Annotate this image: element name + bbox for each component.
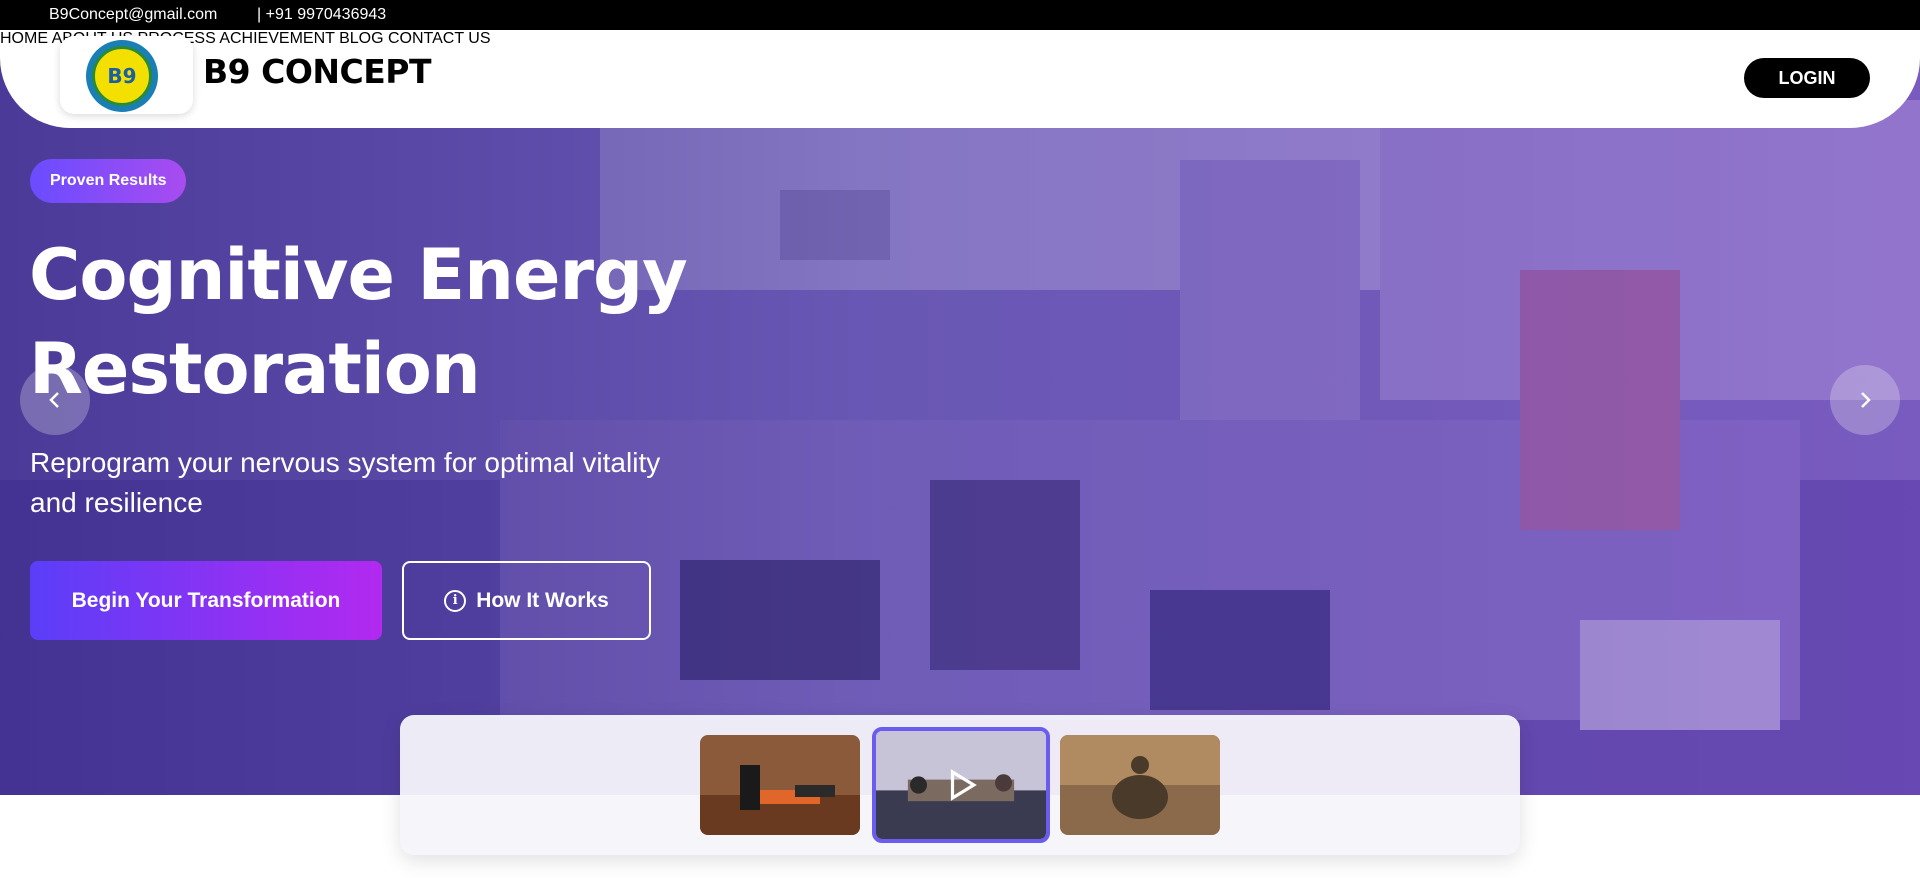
how-it-works-button[interactable]: i How It Works [402, 561, 651, 640]
logo[interactable]: B9 [60, 36, 193, 114]
chevron-left-icon [49, 392, 59, 408]
how-it-works-label: How It Works [476, 588, 609, 612]
prev-slide-button[interactable] [20, 365, 90, 435]
main-navbar: B9 B9 CONCEPT HOME ABOUT US PROCESS ACHI… [0, 30, 1920, 128]
thumbnail-fitness[interactable] [700, 735, 860, 835]
hero-title: Cognitive Energy Restoration [29, 234, 688, 410]
logo-badge-icon: B9 [86, 40, 158, 112]
next-slide-button[interactable] [1830, 365, 1900, 435]
contact-phone[interactable]: | +91 9970436943 [257, 6, 386, 24]
login-button[interactable]: LOGIN [1744, 58, 1870, 98]
nav-contact-us[interactable]: CONTACT US [388, 30, 491, 47]
proven-results-badge: Proven Results [30, 159, 187, 203]
thumbnail-meditation[interactable] [1060, 735, 1220, 835]
hero-subtitle: Reprogram your nervous system for optima… [30, 447, 661, 518]
nav-achievement[interactable]: ACHIEVEMENT [219, 30, 334, 47]
top-contact-bar: B9Concept@gmail.com | +91 9970436943 [0, 0, 1920, 30]
brand-name[interactable]: B9 CONCEPT [203, 52, 431, 91]
thumbnail-meeting[interactable] [872, 727, 1050, 843]
nav-blog[interactable]: BLOG [339, 30, 383, 47]
logo-text: B9 [92, 46, 152, 106]
contact-email[interactable]: B9Concept@gmail.com [49, 6, 217, 24]
info-icon: i [444, 589, 467, 612]
begin-transformation-button[interactable]: Begin Your Transformation [30, 561, 382, 640]
nav-home[interactable]: HOME [0, 30, 48, 47]
thumbnail-strip [400, 715, 1520, 855]
chevron-right-icon [1861, 392, 1871, 408]
